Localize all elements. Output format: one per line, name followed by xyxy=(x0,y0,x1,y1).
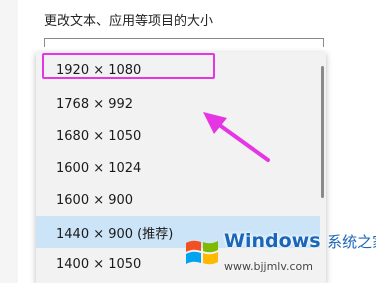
resolution-option[interactable]: 1600 × 1024 xyxy=(36,152,320,184)
resolution-option[interactable]: 1768 × 992 xyxy=(36,88,320,120)
resolution-option[interactable]: 1920 × 1080 xyxy=(36,54,320,86)
site-watermark: Windows 系统之家 www.bjjmlv.com xyxy=(178,222,376,283)
dropdown-scrollbar-thumb[interactable] xyxy=(321,66,324,198)
scale-section-label: 更改文本、应用等项目的大小 xyxy=(44,14,214,29)
resolution-dropdown-field[interactable] xyxy=(44,38,324,47)
resolution-option[interactable]: 1680 × 1050 xyxy=(36,120,320,152)
watermark-brand: Windows 系统之家 xyxy=(224,230,376,252)
left-navigation-strip xyxy=(0,0,19,283)
watermark-url: www.bjjmlv.com xyxy=(224,260,313,273)
windows-logo-icon xyxy=(186,240,218,265)
resolution-option[interactable]: 1600 × 900 xyxy=(36,184,320,216)
